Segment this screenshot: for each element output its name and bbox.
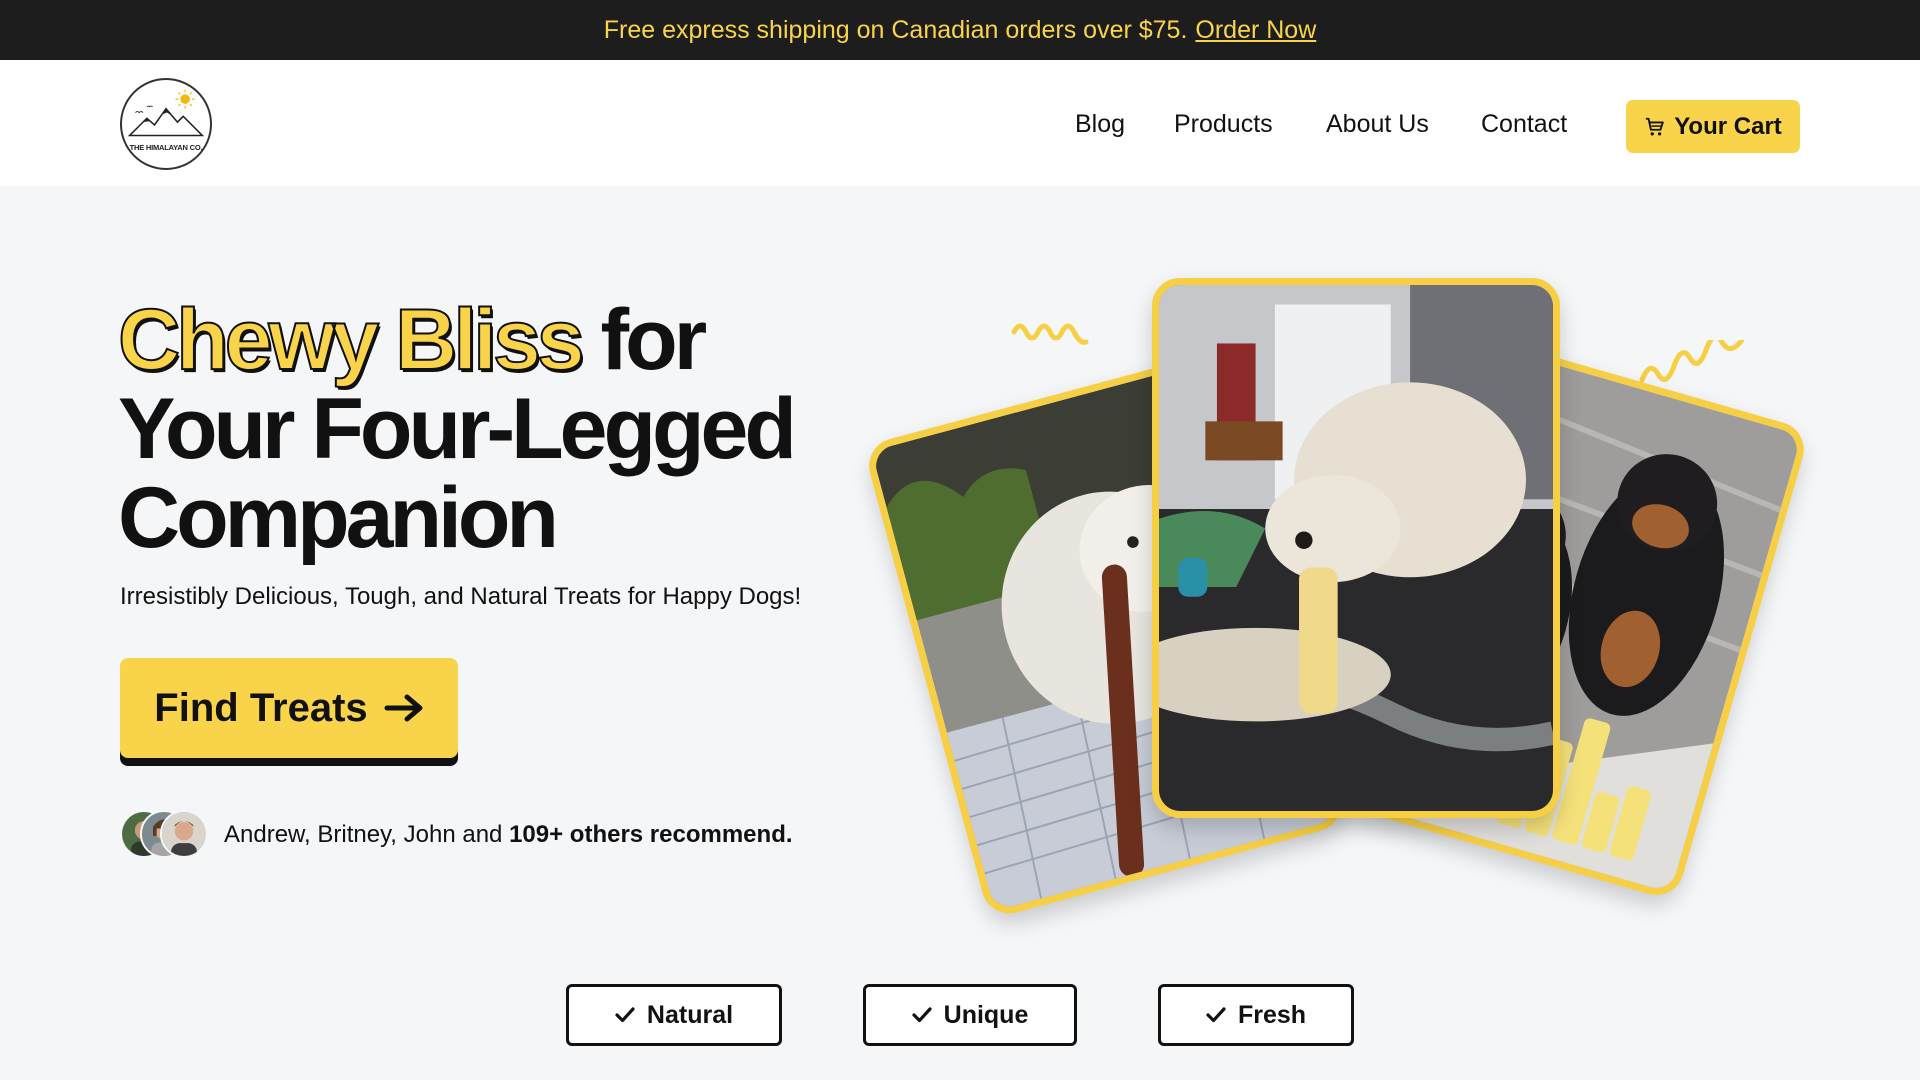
find-treats-label: Find Treats	[154, 685, 368, 730]
hero-title-highlight: Chewy Bliss	[117, 292, 586, 388]
recommender-names: Andrew, Britney, John and	[224, 821, 510, 848]
avatar	[160, 810, 208, 858]
logo-text: THE HIMALAYAN CO.	[129, 143, 203, 152]
badge-unique: Unique	[863, 984, 1077, 1046]
promo-banner-text: Free express shipping on Canadian orders…	[603, 15, 1188, 44]
badge-label: Fresh	[1237, 1000, 1307, 1029]
avatar-group	[120, 810, 210, 860]
promo-banner: Free express shipping on Canadian orders…	[0, 0, 1920, 60]
badge-natural: Natural	[566, 984, 782, 1046]
nav-blog[interactable]: Blog	[1075, 110, 1125, 139]
recommender-count: 109+ others recommend.	[509, 821, 793, 848]
hero-title: Chewy Bliss for Your Four-Legged Compani…	[117, 295, 898, 566]
find-treats-button[interactable]: Find Treats	[120, 658, 458, 758]
badge-label: Natural	[646, 1000, 734, 1029]
dog-photo	[1159, 285, 1553, 811]
hero-title-rest: for	[580, 292, 708, 388]
badge-fresh: Fresh	[1158, 984, 1354, 1046]
photo-card-poodle-chew	[1152, 278, 1560, 818]
badge-label: Unique	[943, 1000, 1029, 1029]
cart-icon	[1646, 117, 1664, 136]
site-header: THE HIMALAYAN CO. Blog Products About Us…	[0, 60, 1920, 186]
check-icon	[615, 1007, 635, 1023]
brand-logo[interactable]: THE HIMALAYAN CO.	[120, 78, 212, 170]
check-icon	[1206, 1007, 1226, 1023]
social-proof-text: Andrew, Britney, John and 109+ others re…	[224, 821, 793, 849]
nav-contact[interactable]: Contact	[1481, 110, 1567, 139]
order-now-link[interactable]: Order Now	[1195, 16, 1316, 45]
hero-title-line-3: Companion	[118, 470, 559, 566]
nav-products[interactable]: Products	[1174, 110, 1273, 139]
squiggle-decoration	[1011, 323, 1089, 345]
hero-subtitle: Irresistibly Delicious, Tough, and Natur…	[120, 583, 802, 610]
squiggle-decoration	[1639, 340, 1745, 383]
social-proof: Andrew, Britney, John and 109+ others re…	[120, 810, 793, 860]
hero-title-line-2: Your Four-Legged	[118, 381, 797, 477]
mountain-logo-icon	[127, 89, 205, 137]
cart-button[interactable]: Your Cart	[1626, 100, 1800, 153]
cart-label: Your Cart	[1674, 112, 1782, 140]
check-icon	[912, 1007, 932, 1023]
arrow-right-icon	[384, 694, 423, 722]
nav-about-us[interactable]: About Us	[1326, 110, 1429, 139]
